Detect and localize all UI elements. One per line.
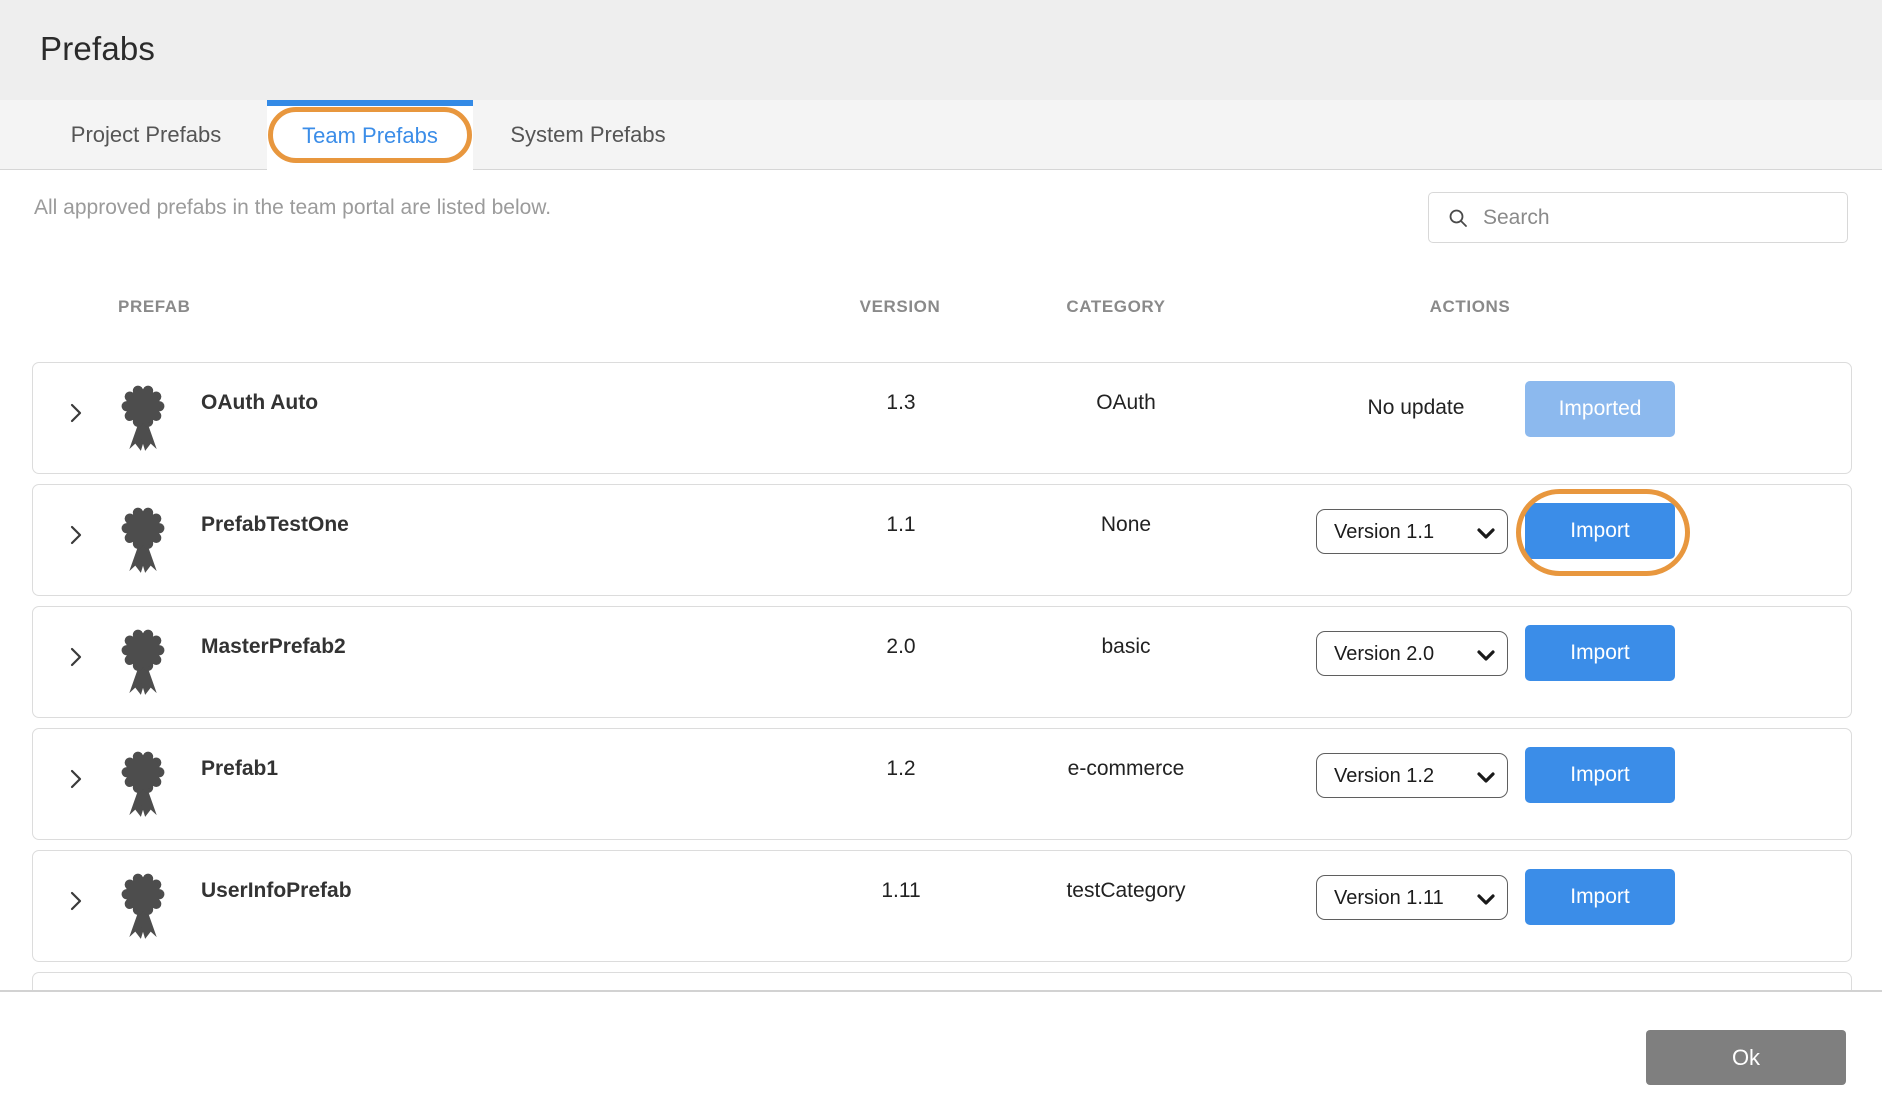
search-icon — [1447, 207, 1469, 229]
column-header-actions: ACTIONS — [1395, 297, 1545, 317]
prefab-name: MasterPrefab2 — [201, 635, 346, 659]
chevron-right-icon[interactable] — [63, 888, 89, 914]
tab-system-prefabs[interactable]: System Prefabs — [473, 100, 703, 170]
chevron-right-icon[interactable] — [63, 522, 89, 548]
column-header-category: CATEGORY — [1041, 297, 1191, 317]
prefab-category: basic — [1051, 635, 1201, 659]
version-select-wrap: Version 1.2 — [1316, 753, 1508, 798]
prefabs-dialog: Prefabs Project Prefabs Team Prefabs Sys… — [0, 0, 1882, 1120]
tab-project-prefabs[interactable]: Project Prefabs — [40, 100, 252, 170]
update-status: No update — [1321, 396, 1511, 420]
tab-label: Team Prefabs — [302, 123, 438, 149]
prefab-category: None — [1051, 513, 1201, 537]
prefab-name: Prefab1 — [201, 757, 278, 781]
search-input[interactable] — [1483, 193, 1847, 242]
prefab-badge-icon — [119, 506, 167, 578]
chevron-right-icon[interactable] — [63, 644, 89, 670]
version-select[interactable]: Version 1.11 — [1316, 875, 1508, 920]
prefab-category: e-commerce — [1051, 757, 1201, 781]
import-button[interactable]: Import — [1525, 747, 1675, 803]
prefab-badge-icon — [119, 628, 167, 700]
version-select[interactable]: Version 1.1 — [1316, 509, 1508, 554]
import-button[interactable]: Import — [1525, 869, 1675, 925]
prefab-version: 1.1 — [831, 513, 971, 537]
version-select[interactable]: Version 2.0 — [1316, 631, 1508, 676]
imported-button: Imported — [1525, 381, 1675, 437]
prefab-version: 1.2 — [831, 757, 971, 781]
footer-divider — [0, 990, 1882, 992]
chevron-right-icon[interactable] — [63, 766, 89, 792]
prefab-category: testCategory — [1051, 879, 1201, 903]
version-select[interactable]: Version 1.2 — [1316, 753, 1508, 798]
chevron-right-icon[interactable] — [63, 400, 89, 426]
import-button[interactable]: Import — [1525, 503, 1675, 559]
prefab-name: OAuth Auto — [201, 391, 318, 415]
tab-bar: Project Prefabs Team Prefabs System Pref… — [0, 100, 1882, 170]
prefab-name: UserInfoPrefab — [201, 879, 352, 903]
version-select-wrap: Version 1.11 — [1316, 875, 1508, 920]
prefab-badge-icon — [119, 750, 167, 822]
tab-label: Project Prefabs — [71, 122, 221, 148]
version-select-wrap: Version 1.1 — [1316, 509, 1508, 554]
import-button[interactable]: Import — [1525, 625, 1675, 681]
search-box — [1428, 192, 1848, 243]
table-row: Prefab1 1.2 e-commerce Version 1.2 Impor… — [32, 728, 1852, 840]
column-header-version: VERSION — [830, 297, 970, 317]
table-row-partial — [32, 972, 1852, 991]
column-header-prefab: PREFAB — [118, 297, 191, 317]
prefab-category: OAuth — [1051, 391, 1201, 415]
prefab-name: PrefabTestOne — [201, 513, 349, 537]
list-description: All approved prefabs in the team portal … — [34, 196, 551, 220]
prefab-badge-icon — [119, 872, 167, 944]
version-select-wrap: Version 2.0 — [1316, 631, 1508, 676]
prefab-badge-icon — [119, 384, 167, 456]
prefab-version: 1.11 — [831, 879, 971, 903]
tab-label: System Prefabs — [510, 122, 665, 148]
ok-button[interactable]: Ok — [1646, 1030, 1846, 1085]
table-row: MasterPrefab2 2.0 basic Version 2.0 Impo… — [32, 606, 1852, 718]
table-row: UserInfoPrefab 1.11 testCategory Version… — [32, 850, 1852, 962]
table-row: OAuth Auto 1.3 OAuth No update Imported — [32, 362, 1852, 474]
page-title: Prefabs — [40, 30, 155, 68]
table-row: PrefabTestOne 1.1 None Version 1.1 Impor… — [32, 484, 1852, 596]
tab-team-prefabs[interactable]: Team Prefabs — [267, 100, 473, 171]
title-bar: Prefabs — [0, 0, 1882, 100]
prefab-version: 2.0 — [831, 635, 971, 659]
prefab-version: 1.3 — [831, 391, 971, 415]
